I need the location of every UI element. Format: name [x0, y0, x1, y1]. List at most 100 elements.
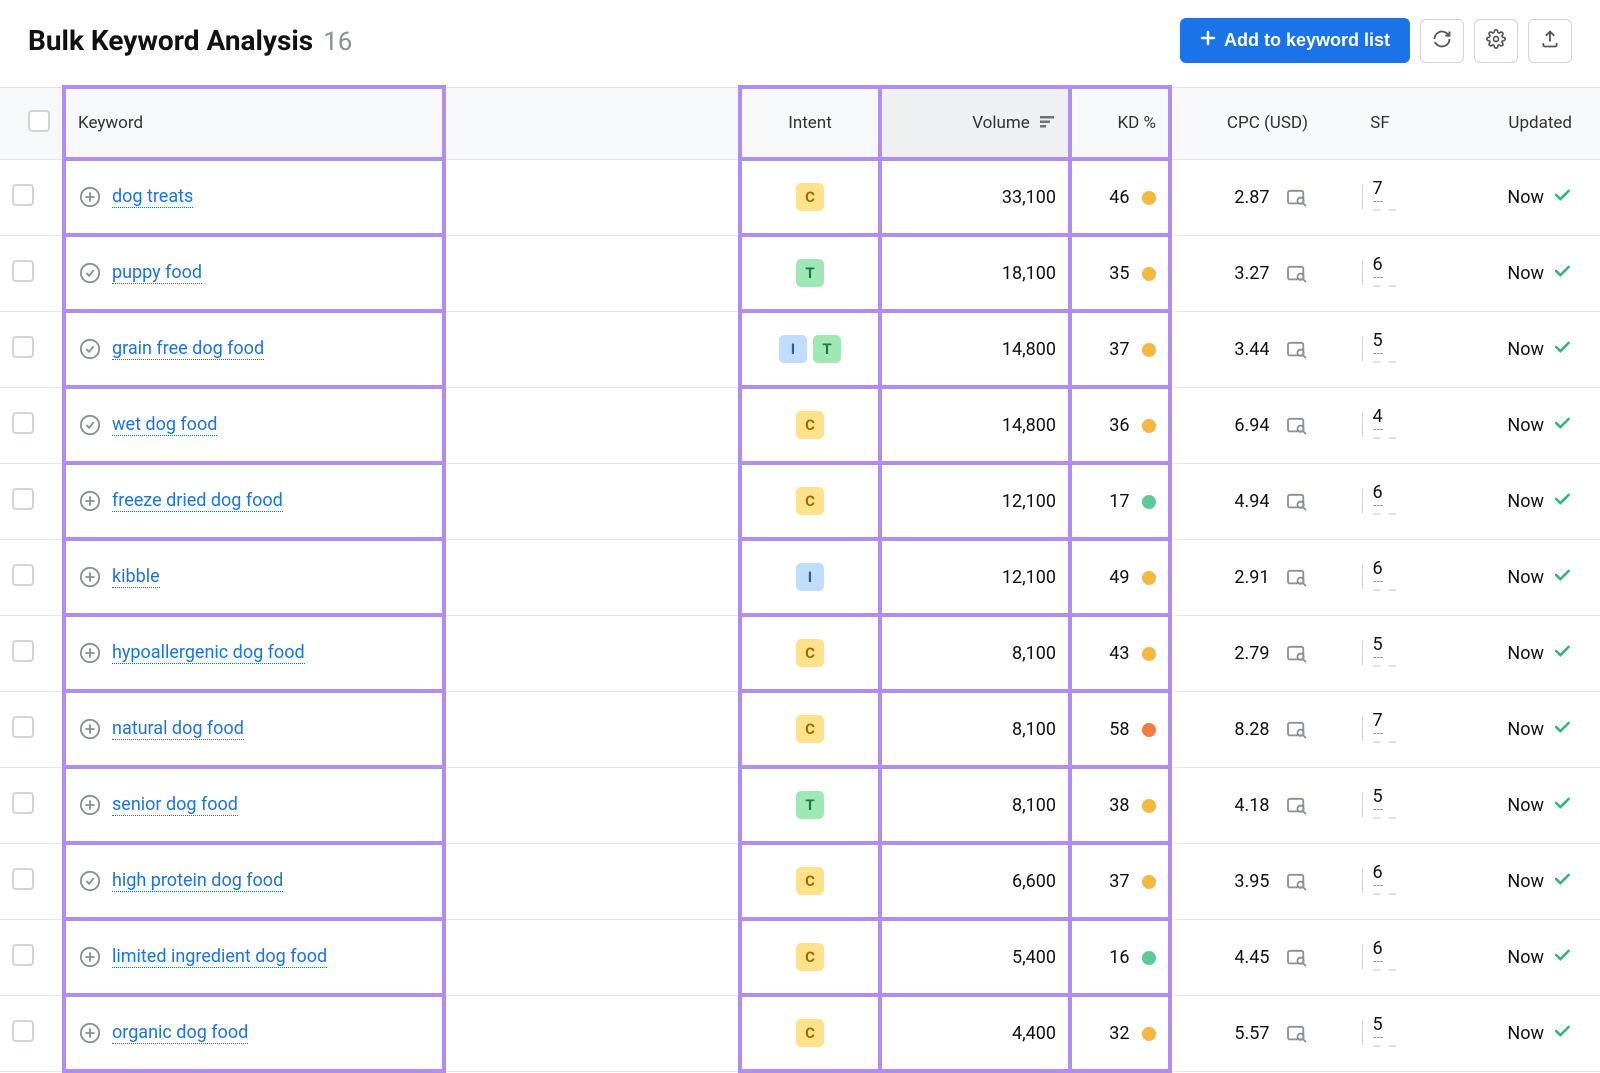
add-keyword-icon[interactable]	[78, 565, 102, 589]
serp-preview-icon[interactable]	[1286, 797, 1308, 815]
row-checkbox[interactable]	[12, 792, 34, 814]
row-checkbox[interactable]	[12, 716, 34, 738]
serp-preview-icon[interactable]	[1286, 1025, 1308, 1043]
intent-cell: C	[754, 1019, 866, 1047]
table-row: hypoallergenic dog food C 8,100 43 2.79 …	[0, 615, 1600, 691]
add-keyword-icon[interactable]	[78, 1021, 102, 1045]
sf-value[interactable]: 7	[1373, 178, 1383, 202]
serp-preview-icon[interactable]	[1286, 569, 1308, 587]
cpc-value: 2.91	[1234, 567, 1269, 588]
intent-cell: T	[754, 791, 866, 819]
column-volume[interactable]: Volume	[880, 87, 1070, 159]
serp-preview-icon[interactable]	[1286, 949, 1308, 967]
keyword-link[interactable]: grain free dog food	[112, 338, 264, 360]
sf-value[interactable]: 6	[1373, 482, 1383, 506]
intent-tag-c[interactable]: C	[796, 715, 824, 743]
intent-tag-i[interactable]: I	[779, 335, 807, 363]
serp-preview-icon[interactable]	[1286, 189, 1308, 207]
volume-value: 33,100	[1002, 187, 1056, 208]
row-checkbox[interactable]	[12, 868, 34, 890]
row-checkbox[interactable]	[12, 640, 34, 662]
keyword-link[interactable]: wet dog food	[112, 414, 217, 436]
intent-tag-c[interactable]: C	[796, 943, 824, 971]
column-keyword[interactable]: Keyword	[64, 87, 444, 159]
serp-preview-icon[interactable]	[1286, 493, 1308, 511]
keyword-link[interactable]: kibble	[112, 566, 160, 588]
keyword-added-icon[interactable]	[78, 413, 102, 437]
row-checkbox[interactable]	[12, 1020, 34, 1042]
sort-desc-icon	[1040, 113, 1056, 133]
keyword-link[interactable]: high protein dog food	[112, 870, 283, 892]
serp-preview-icon[interactable]	[1286, 417, 1308, 435]
row-checkbox[interactable]	[12, 944, 34, 966]
add-keyword-icon[interactable]	[78, 793, 102, 817]
settings-button[interactable]	[1474, 19, 1518, 63]
serp-preview-icon[interactable]	[1286, 265, 1308, 283]
checkmark-icon	[1552, 641, 1572, 666]
cpc-value: 5.57	[1234, 1023, 1269, 1044]
row-checkbox[interactable]	[12, 488, 34, 510]
add-keyword-icon[interactable]	[78, 641, 102, 665]
intent-tag-t[interactable]: T	[796, 259, 824, 287]
intent-tag-c[interactable]: C	[796, 183, 824, 211]
intent-tag-t[interactable]: T	[813, 335, 841, 363]
row-checkbox[interactable]	[12, 564, 34, 586]
select-all-checkbox[interactable]	[28, 110, 50, 132]
keyword-added-icon[interactable]	[78, 337, 102, 361]
sf-value[interactable]: 6	[1373, 254, 1383, 278]
add-to-keyword-list-button[interactable]: Add to keyword list	[1180, 18, 1410, 63]
keyword-link[interactable]: hypoallergenic dog food	[112, 642, 305, 664]
volume-value: 8,100	[1012, 719, 1056, 740]
intent-tag-i[interactable]: I	[796, 563, 824, 591]
volume-value: 4,400	[1012, 1023, 1056, 1044]
sf-value[interactable]: 5	[1373, 786, 1383, 810]
column-updated-label: Updated	[1508, 113, 1572, 133]
kd-difficulty-dot	[1142, 191, 1156, 205]
keyword-link[interactable]: organic dog food	[112, 1022, 248, 1044]
column-cpc[interactable]: CPC (USD)	[1170, 87, 1320, 159]
sf-value[interactable]: 7	[1373, 710, 1383, 734]
keyword-link[interactable]: dog treats	[112, 186, 193, 208]
keyword-link[interactable]: natural dog food	[112, 718, 244, 740]
add-keyword-icon[interactable]	[78, 945, 102, 969]
row-checkbox[interactable]	[12, 412, 34, 434]
serp-preview-icon[interactable]	[1286, 645, 1308, 663]
sf-value[interactable]: 5	[1373, 634, 1383, 658]
keyword-link[interactable]: senior dog food	[112, 794, 238, 816]
intent-tag-t[interactable]: T	[796, 791, 824, 819]
keyword-link[interactable]: freeze dried dog food	[112, 490, 283, 512]
serp-preview-icon[interactable]	[1286, 873, 1308, 891]
add-keyword-icon[interactable]	[78, 489, 102, 513]
row-checkbox[interactable]	[12, 336, 34, 358]
sf-value[interactable]: 4	[1373, 406, 1383, 430]
row-checkbox[interactable]	[12, 260, 34, 282]
column-kd[interactable]: KD %	[1070, 87, 1170, 159]
column-sf[interactable]: SF	[1320, 87, 1440, 159]
sf-value[interactable]: 6	[1373, 862, 1383, 886]
refresh-button[interactable]	[1420, 19, 1464, 63]
checkmark-icon	[1552, 261, 1572, 286]
sf-trend-placeholder: — —	[1373, 584, 1399, 597]
intent-tag-c[interactable]: C	[796, 867, 824, 895]
keyword-link[interactable]: puppy food	[112, 262, 202, 284]
row-checkbox[interactable]	[12, 184, 34, 206]
intent-tag-c[interactable]: C	[796, 411, 824, 439]
intent-tag-c[interactable]: C	[796, 487, 824, 515]
intent-tag-c[interactable]: C	[796, 639, 824, 667]
add-keyword-icon[interactable]	[78, 717, 102, 741]
column-intent[interactable]: Intent	[740, 87, 880, 159]
serp-preview-icon[interactable]	[1286, 721, 1308, 739]
column-gap	[444, 87, 740, 159]
sf-value[interactable]: 6	[1373, 558, 1383, 582]
export-button[interactable]	[1528, 19, 1572, 63]
serp-preview-icon[interactable]	[1286, 341, 1308, 359]
keyword-link[interactable]: limited ingredient dog food	[112, 946, 327, 968]
sf-value[interactable]: 6	[1373, 938, 1383, 962]
add-keyword-icon[interactable]	[78, 185, 102, 209]
sf-value[interactable]: 5	[1373, 1014, 1383, 1038]
column-updated[interactable]: Updated	[1440, 87, 1600, 159]
keyword-added-icon[interactable]	[78, 261, 102, 285]
intent-tag-c[interactable]: C	[796, 1019, 824, 1047]
keyword-added-icon[interactable]	[78, 869, 102, 893]
sf-value[interactable]: 5	[1373, 330, 1383, 354]
